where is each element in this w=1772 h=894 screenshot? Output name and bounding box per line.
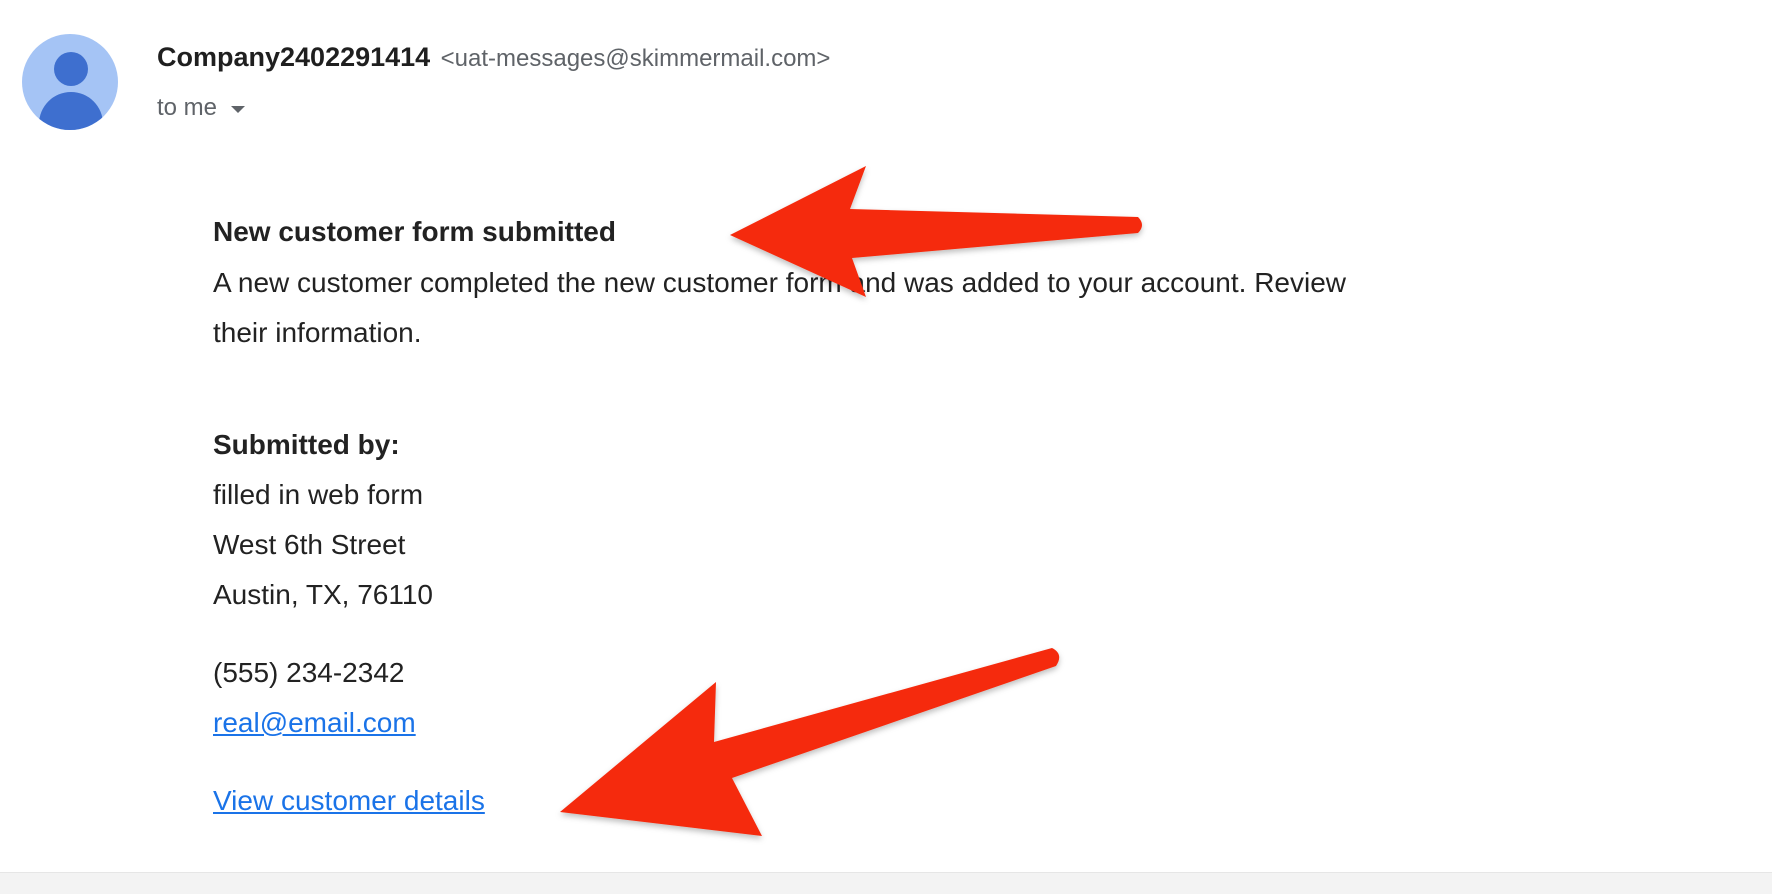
message-heading: New customer form submitted (213, 216, 616, 247)
recipient-label: to me (157, 94, 218, 121)
intro-text-line-2: their information. (213, 317, 422, 348)
caret-down-icon[interactable] (231, 105, 246, 113)
address-line-3: Austin, TX, 76110 (213, 579, 433, 610)
customer-phone: (555) 234-2342 (213, 657, 405, 688)
message-footer-divider (0, 872, 1772, 894)
avatar-head-icon (54, 52, 88, 86)
submitted-by-label: Submitted by: (213, 429, 400, 460)
sender-line: Company2402291414 <uat-messages@skimmerm… (157, 42, 830, 73)
avatar-body-icon (39, 92, 103, 130)
view-customer-details-link[interactable]: View customer details (213, 776, 485, 826)
message-body: New customer form submitted A new custom… (213, 212, 1653, 826)
customer-email-row: real@email.com (213, 698, 1653, 748)
sender-name[interactable]: Company2402291414 (157, 42, 430, 72)
address-line-1: filled in web form (213, 479, 424, 510)
sender-avatar[interactable] (22, 34, 118, 130)
address-line-2: West 6th Street (213, 529, 406, 560)
intro-text-line-1: A new customer completed the new custome… (213, 267, 1347, 298)
customer-email-link[interactable]: real@email.com (213, 707, 416, 738)
email-message-view: Company2402291414 <uat-messages@skimmerm… (0, 0, 1772, 894)
recipient-details-toggle[interactable]: to me (157, 94, 246, 122)
sender-email: <uat-messages@skimmermail.com> (440, 45, 831, 72)
